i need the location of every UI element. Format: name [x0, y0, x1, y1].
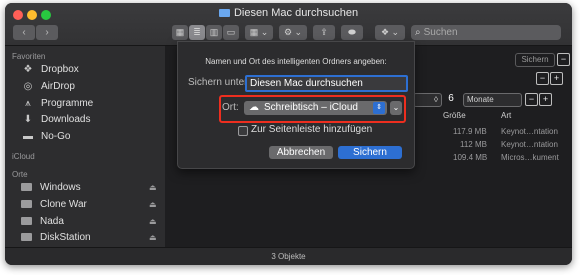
folder-icon: ▬: [23, 131, 33, 142]
search-save-button[interactable]: Sichern: [515, 53, 555, 67]
cell-kind: Micros…kument: [501, 153, 559, 162]
save-button[interactable]: Sichern: [338, 146, 402, 159]
criteria-popup-arrows[interactable]: ◊: [413, 93, 442, 107]
search-field[interactable]: ⌕ Suchen: [411, 25, 561, 40]
name-label: Sichern unter:: [188, 77, 251, 88]
tag-button[interactable]: ⬬: [341, 25, 363, 40]
icloud-icon: ☁: [249, 102, 259, 113]
airdrop-icon: ◎: [23, 81, 33, 92]
back-button[interactable]: ‹: [13, 25, 35, 40]
sidebar-item-label: DiskStation: [40, 232, 91, 243]
add-criteria-button[interactable]: +: [550, 72, 563, 85]
smart-folder-icon: [218, 9, 230, 17]
cell-size: 112 MB: [460, 140, 487, 149]
sidebar-item-downloads[interactable]: ⬇ Downloads: [21, 113, 91, 127]
dropbox-menu-button[interactable]: ❖ ⌄: [375, 25, 405, 40]
eject-icon[interactable]: ⏏: [149, 200, 157, 209]
sidebar-item-windows[interactable]: Windows: [21, 181, 81, 195]
dropbox-icon: ❖: [23, 64, 33, 75]
applications-icon: ⩚: [25, 98, 31, 109]
add-to-sidebar-label[interactable]: Zur Seitenleiste hinzufügen: [251, 124, 372, 135]
orte-heading: Orte: [12, 170, 28, 179]
downloads-icon: ⬇: [23, 114, 33, 125]
server-icon: [21, 233, 32, 241]
eject-icon[interactable]: ⏏: [149, 183, 157, 192]
sidebar-item-label: Clone War: [40, 199, 87, 210]
forward-button[interactable]: ›: [36, 25, 58, 40]
criteria-unit-popup[interactable]: Monate: [463, 93, 522, 107]
column-header-size[interactable]: Größe: [443, 111, 466, 120]
sidebar-item-clone-war[interactable]: Clone War: [21, 198, 87, 212]
sidebar-item-label: Windows: [40, 182, 81, 193]
criteria-stepper-value[interactable]: 6: [445, 93, 457, 105]
location-label: Ort:: [222, 102, 239, 113]
cell-size: 109.4 MB: [453, 153, 488, 162]
icloud-heading: iCloud: [12, 152, 35, 161]
eject-icon[interactable]: ⏏: [149, 217, 157, 226]
location-popup[interactable]: ☁ Schreibtisch – iCloud ⇕: [244, 101, 387, 115]
save-smart-folder-sheet: Namen und Ort des intelligenten Ordners …: [177, 41, 415, 169]
list-view-button[interactable]: ≣: [189, 25, 205, 40]
status-bar: 3 Objekte: [5, 247, 572, 265]
expand-location-button[interactable]: ⌄: [390, 101, 402, 115]
sidebar-item-label: AirDrop: [41, 81, 75, 92]
sidebar-item-dropbox[interactable]: ❖ Dropbox: [21, 63, 79, 77]
location-value: Schreibtisch – iCloud: [264, 102, 358, 113]
search-icon: ⌕: [415, 27, 421, 38]
cell-kind: Keynot…ntation: [501, 127, 558, 136]
remove-criteria-button[interactable]: −: [536, 72, 549, 85]
remove-criteria-row-button[interactable]: −: [525, 93, 538, 106]
sidebar-item-programme[interactable]: ⩚ Programme: [21, 97, 93, 111]
sidebar-item-airdrop[interactable]: ◎ AirDrop: [21, 80, 75, 94]
sidebar-item-label: Downloads: [41, 114, 91, 125]
share-button[interactable]: ⇪: [313, 25, 335, 40]
sidebar-item-label: Dropbox: [41, 64, 79, 75]
disk-icon: [21, 200, 32, 208]
sidebar-item-diskstation[interactable]: DiskStation: [21, 231, 91, 245]
sidebar-item-no-go[interactable]: ▬ No-Go: [21, 130, 70, 144]
popup-arrows-icon: ⇕: [373, 102, 385, 114]
disk-icon: [21, 183, 32, 191]
sidebar-item-label: No-Go: [41, 131, 71, 142]
window-title-text: Diesen Mac durchsuchen: [233, 7, 359, 19]
gallery-view-button[interactable]: ▭: [223, 25, 239, 40]
column-header-kind[interactable]: Art: [501, 111, 511, 120]
remove-search-button[interactable]: −: [557, 53, 570, 66]
group-menu-button[interactable]: ▦ ⌄: [245, 25, 273, 40]
cell-kind: Keynot…ntation: [501, 140, 558, 149]
sidebar-item-label: Nada: [40, 216, 64, 227]
window-title: Diesen Mac durchsuchen: [5, 7, 572, 19]
finder-window: Diesen Mac durchsuchen ‹ › ▦ ≣ ▥ ▭ ▦ ⌄ ⚙…: [5, 3, 572, 265]
cancel-button[interactable]: Abbrechen: [269, 146, 333, 159]
sidebar-item-label: Programme: [41, 98, 94, 109]
add-to-sidebar-checkbox[interactable]: [238, 126, 248, 136]
column-view-button[interactable]: ▥: [206, 25, 222, 40]
cell-size: 117.9 MB: [453, 127, 487, 136]
sidebar: Favoriten ❖ Dropbox ◎ AirDrop ⩚ Programme ⬇…: [5, 46, 165, 247]
add-criteria-row-button[interactable]: +: [539, 93, 552, 106]
dialog-prompt: Namen und Ort des intelligenten Ordners …: [205, 57, 387, 66]
search-placeholder: Suchen: [423, 27, 458, 38]
name-input[interactable]: Diesen Mac durchsuchen: [245, 75, 408, 92]
eject-icon[interactable]: ⏏: [149, 233, 157, 242]
action-menu-button[interactable]: ⚙ ⌄: [279, 25, 307, 40]
icon-view-button[interactable]: ▦: [172, 25, 188, 40]
title-bar: Diesen Mac durchsuchen ‹ › ▦ ≣ ▥ ▭ ▦ ⌄ ⚙…: [5, 3, 572, 46]
disk-icon: [21, 217, 32, 225]
favorites-heading: Favoriten: [12, 52, 46, 61]
sidebar-item-nada[interactable]: Nada: [21, 215, 64, 229]
